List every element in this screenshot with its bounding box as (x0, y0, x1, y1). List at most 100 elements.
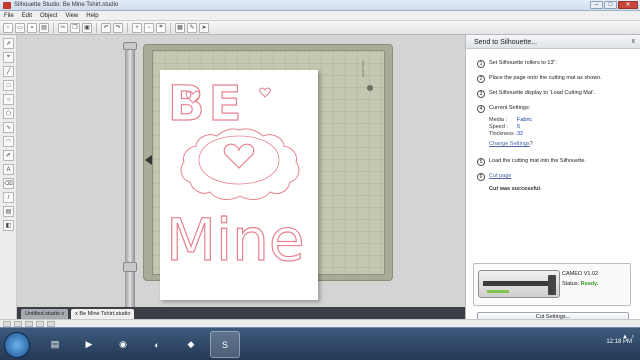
cut-page-link[interactable]: Cut page (489, 173, 511, 179)
setting-label: Media : (489, 117, 508, 123)
redo-icon[interactable]: ↷ (113, 22, 123, 33)
curve-tool-icon[interactable]: ∿ (3, 122, 14, 133)
rotate-icon[interactable] (36, 320, 44, 327)
select-tool-icon[interactable]: ➚ (3, 38, 14, 49)
ellipse-tool-icon[interactable]: ○ (3, 94, 14, 105)
step-3: 3 Set Silhouette display to 'Load Cuttin… (477, 90, 595, 98)
step-4: 4 Current Settings: (477, 105, 530, 113)
change-settings-link[interactable]: Change Settings (489, 141, 530, 147)
toolbar-divider (170, 22, 171, 33)
menu-edit[interactable]: Edit (22, 13, 32, 19)
taskbar-clock[interactable]: 12:18 PM (606, 339, 632, 345)
polygon-tool-icon[interactable]: ⬠ (3, 108, 14, 119)
setting-value: 32 (517, 131, 524, 137)
step-text: Place the page onto the cutting mat as s… (489, 75, 602, 81)
paste-icon[interactable]: ▣ (82, 22, 92, 33)
panel-header: Send to Silhouette... x (466, 35, 640, 49)
rail-cap-bottom (123, 262, 137, 272)
step-number: 2 (477, 75, 485, 83)
knife-tool-icon[interactable]: / (3, 192, 14, 203)
toolbar: ▫ ▭ ▪ ▤ ✂ ❐ ▣ ↶ ↷ + − ⌗ ▦ ✎ ➤ (0, 21, 640, 35)
save-icon[interactable]: ▪ (27, 22, 37, 33)
step-number: 3 (477, 90, 485, 98)
zoom-fit-icon[interactable]: ⌗ (156, 22, 166, 33)
move-icon[interactable] (25, 320, 33, 327)
title-bar: Silhouette Studio: Be Mine Tshirt.studio… (0, 0, 640, 11)
cut-style-icon[interactable]: ✎ (187, 22, 197, 33)
edit-points-icon[interactable]: ⌖ (3, 52, 14, 63)
text-tool-icon[interactable]: A (3, 164, 14, 175)
step-number: 4 (477, 105, 485, 113)
copy-icon[interactable]: ❐ (70, 22, 80, 33)
zoom-icon[interactable] (3, 320, 11, 327)
window-title: Silhouette Studio: Be Mine Tshirt.studio (14, 2, 119, 8)
step-2: 2 Place the page onto the cutting mat as… (477, 75, 602, 83)
design-page[interactable]: BE Mine (160, 70, 318, 300)
taskbar-app-icon[interactable]: ◆ (176, 331, 206, 358)
design-heart-small-2 (259, 87, 271, 98)
step-6: 6 Cut page (477, 173, 511, 181)
step-5: 5 Load the cutting mat into the Silhouet… (477, 158, 586, 166)
minimize-button[interactable]: – (590, 1, 603, 9)
cut-icon[interactable]: ✂ (58, 22, 68, 33)
taskbar-browser-icon[interactable]: ◉ (108, 331, 138, 358)
device-name: CAMEO V1.02 (562, 271, 599, 277)
send-to-silhouette-icon[interactable]: ➤ (199, 22, 209, 33)
tab-untitled[interactable]: Untitled.studio x (21, 309, 69, 319)
app-icon (3, 2, 11, 9)
toolbar-divider (53, 22, 54, 33)
toolbar-divider (127, 22, 128, 33)
eraser-tool-icon[interactable]: ⌫ (3, 178, 14, 189)
step-number: 5 (477, 158, 485, 166)
menu-file[interactable]: File (4, 13, 14, 19)
feed-direction-arrow-icon (145, 155, 152, 165)
close-button[interactable]: ✕ (618, 1, 638, 9)
line-tool-icon[interactable]: ╱ (3, 66, 14, 77)
store-icon[interactable]: ◧ (3, 220, 14, 231)
device-slot (483, 281, 555, 286)
step-text: Load the cutting mat into the Silhouette… (489, 158, 586, 164)
step-text: Set Silhouette rollers to 13". (489, 60, 557, 66)
step-text: Set Silhouette display to 'Load Cutting … (489, 90, 596, 96)
taskbar-silhouette-icon[interactable]: S (210, 331, 240, 358)
menu-object[interactable]: Object (40, 13, 57, 19)
device-status-label: Status: (562, 281, 580, 287)
open-folder-icon[interactable]: ▭ (15, 22, 25, 33)
change-settings-suffix: ? (529, 141, 533, 147)
setting-speed: Speed : 5 (489, 124, 520, 130)
mat-brand-label: silhouette (361, 60, 366, 78)
print-icon[interactable]: ▤ (39, 22, 49, 33)
taskbar-firefox-icon[interactable]: ◐ (142, 331, 172, 358)
undo-icon[interactable]: ↶ (101, 22, 111, 33)
setting-thickness: Thickness : 32 (489, 131, 523, 137)
tab-be-mine-tshirt[interactable]: x Be Mine Tshirt.studio (71, 309, 135, 319)
tab-close-icon[interactable]: x (75, 311, 78, 317)
taskbar-media-icon[interactable]: ▶ (74, 331, 104, 358)
new-file-icon[interactable]: ▫ (3, 22, 13, 33)
design-flower-outline (180, 128, 300, 200)
design-text-be: BE (168, 76, 245, 132)
tab-close-icon[interactable]: x (61, 311, 64, 317)
align-icon[interactable] (47, 320, 55, 327)
taskbar-explorer-icon[interactable]: ▤ (40, 331, 70, 358)
grid-icon[interactable] (14, 320, 22, 327)
panel-close-button[interactable]: x (632, 38, 636, 45)
design-artwork: BE Mine (165, 75, 305, 274)
zoom-out-icon[interactable]: − (144, 22, 154, 33)
library-icon[interactable]: ▤ (3, 206, 14, 217)
rectangle-tool-icon[interactable]: □ (3, 80, 14, 91)
change-settings: Change Settings? (489, 141, 533, 147)
device-status: Status: Ready. (562, 281, 598, 287)
maximize-button[interactable]: □ (604, 1, 617, 9)
document-tabs: Untitled.studio x x Be Mine Tshirt.studi… (17, 307, 465, 319)
menu-view[interactable]: View (65, 13, 78, 19)
menu-help[interactable]: Help (86, 13, 98, 19)
cameo-device-icon (478, 270, 560, 298)
tab-label: Be Mine Tshirt.studio (79, 311, 131, 317)
start-button[interactable] (4, 332, 30, 358)
freehand-tool-icon[interactable]: ✐ (3, 150, 14, 161)
page-settings-icon[interactable]: ▦ (175, 22, 185, 33)
zoom-in-icon[interactable]: + (132, 22, 142, 33)
step-number: 6 (477, 173, 485, 181)
arc-tool-icon[interactable]: ◠ (3, 136, 14, 147)
